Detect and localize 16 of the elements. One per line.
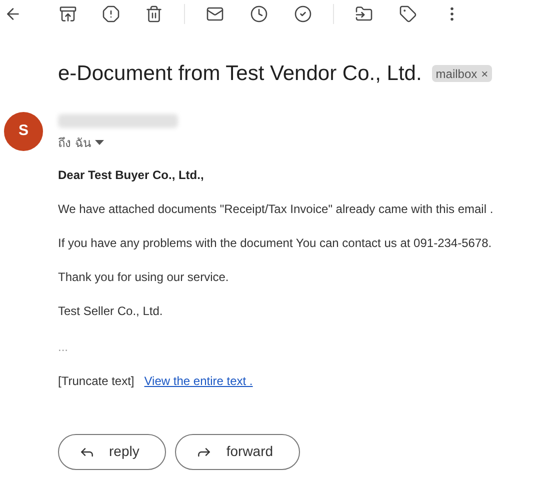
body-paragraph: We have attached documents "Receipt/Tax Invoice" already came with this email . xyxy=(58,200,494,218)
body-paragraph: Test Seller Co., Ltd. xyxy=(58,302,164,320)
email-subject: e-Document from Test Vendor Co., Ltd. xyxy=(58,61,422,87)
ellipsis-text: ... xyxy=(58,338,68,356)
recipient-text: ถึง ฉัน xyxy=(58,134,91,152)
label-chip: mailbox × xyxy=(432,65,492,82)
body-paragraph: Thank you for using our service. xyxy=(58,268,230,286)
reply-button[interactable]: reply xyxy=(58,434,166,470)
truncate-note: [Truncate text] xyxy=(58,372,134,390)
forward-button[interactable]: forward xyxy=(175,434,300,470)
view-entire-text-link[interactable]: View the entire text . xyxy=(144,372,253,390)
remove-label-button[interactable]: × xyxy=(481,64,488,83)
greeting-text: Dear Test Buyer Co., Ltd., xyxy=(58,166,205,184)
body-paragraph: If you have any problems with the document You can contact us at 091-234-5678. xyxy=(58,234,493,252)
dropdown-caret-icon[interactable] xyxy=(94,140,104,145)
sender-avatar: S xyxy=(4,112,43,150)
